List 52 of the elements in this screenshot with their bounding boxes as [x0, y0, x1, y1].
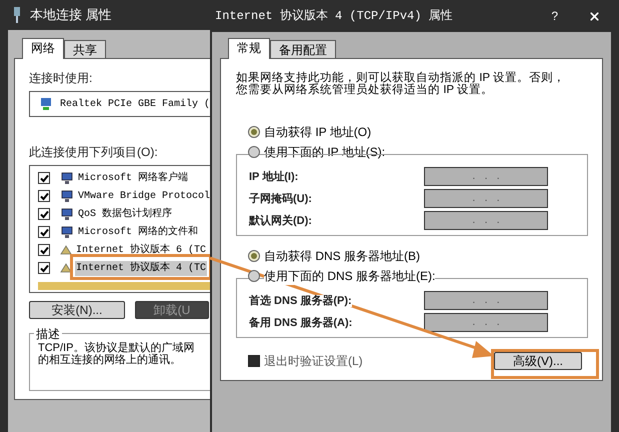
- network-adapter-icon: [38, 96, 54, 112]
- close-icon[interactable]: [588, 10, 601, 22]
- description-text: 的相互连接的网络上的通讯。: [38, 354, 182, 366]
- tab[interactable]: 共享: [64, 40, 106, 58]
- network-computer-icon: [60, 208, 74, 220]
- radio-button[interactable]: [248, 250, 260, 262]
- radio-label[interactable]: 使用下面的 DNS 服务器地址(E):: [264, 267, 436, 285]
- checkbox[interactable]: [38, 172, 50, 184]
- network-computer-icon: [60, 226, 74, 238]
- window-title: Internet 协议版本 4 (TCP/IPv4) 属性: [215, 8, 454, 25]
- checkbox[interactable]: [248, 355, 260, 367]
- tab[interactable]: 网络: [22, 38, 64, 59]
- description-text: TCP/IP。该协议是默认的广域网: [38, 342, 196, 354]
- section-label: 连接时使用:: [29, 70, 94, 87]
- protocol-icon: [60, 245, 72, 255]
- checkbox-label[interactable]: 退出时验证设置(L): [264, 352, 363, 370]
- network-computer-icon: [60, 172, 74, 184]
- group-title: 描述: [34, 325, 62, 343]
- advanced-button[interactable]: 高级(V)...: [494, 352, 582, 370]
- section-label: 此连接使用下列项目(O):: [29, 144, 159, 161]
- list-item[interactable]: Microsoft 网络客户端: [77, 170, 190, 186]
- checkbox[interactable]: [38, 244, 50, 256]
- field-label: 默认网关(D):: [249, 215, 312, 227]
- tab[interactable]: 备用配置: [270, 40, 336, 58]
- tab[interactable]: 常规: [228, 38, 270, 59]
- help-button[interactable]: ?: [551, 7, 558, 25]
- field-label: IP 地址(I):: [249, 171, 298, 183]
- checkbox[interactable]: [38, 208, 50, 220]
- list-item[interactable]: Internet 协议版本 4 (TC: [75, 260, 208, 276]
- list-item[interactable]: Internet 协议版本 6 (TC: [75, 242, 208, 258]
- window-title: 本地连接 属性: [30, 6, 112, 24]
- radio-button[interactable]: [248, 126, 260, 138]
- field-label: 首选 DNS 服务器(P):: [249, 295, 352, 307]
- list-item[interactable]: VMware Bridge Protocol: [77, 188, 212, 204]
- network-computer-icon: [60, 190, 74, 202]
- checkbox[interactable]: [38, 262, 50, 274]
- list-item[interactable]: QoS 数据包计划程序: [77, 206, 174, 222]
- network-cable-icon: [12, 6, 22, 24]
- radio-label[interactable]: 自动获得 DNS 服务器地址(B): [264, 247, 420, 265]
- intro-text: 您需要从网络系统管理员处获得适当的 IP 设置。: [236, 84, 494, 96]
- checkbox[interactable]: [38, 226, 50, 238]
- field-label: 备用 DNS 服务器(A):: [249, 317, 352, 329]
- checkbox[interactable]: [38, 190, 50, 202]
- protocol-icon: [60, 263, 72, 273]
- radio-button[interactable]: [248, 146, 260, 158]
- list-item[interactable]: Microsoft 网络的文件和: [77, 224, 200, 240]
- adapter-name: Realtek PCIe GBE Family (: [60, 98, 210, 112]
- radio-button[interactable]: [248, 270, 260, 282]
- dialog-button[interactable]: 安装(N)...: [29, 301, 125, 319]
- intro-text: 如果网络支持此功能，则可以获取自动指派的 IP 设置。否则，: [236, 72, 566, 84]
- radio-label[interactable]: 自动获得 IP 地址(O): [264, 123, 372, 141]
- field-label: 子网掩码(U):: [249, 193, 312, 205]
